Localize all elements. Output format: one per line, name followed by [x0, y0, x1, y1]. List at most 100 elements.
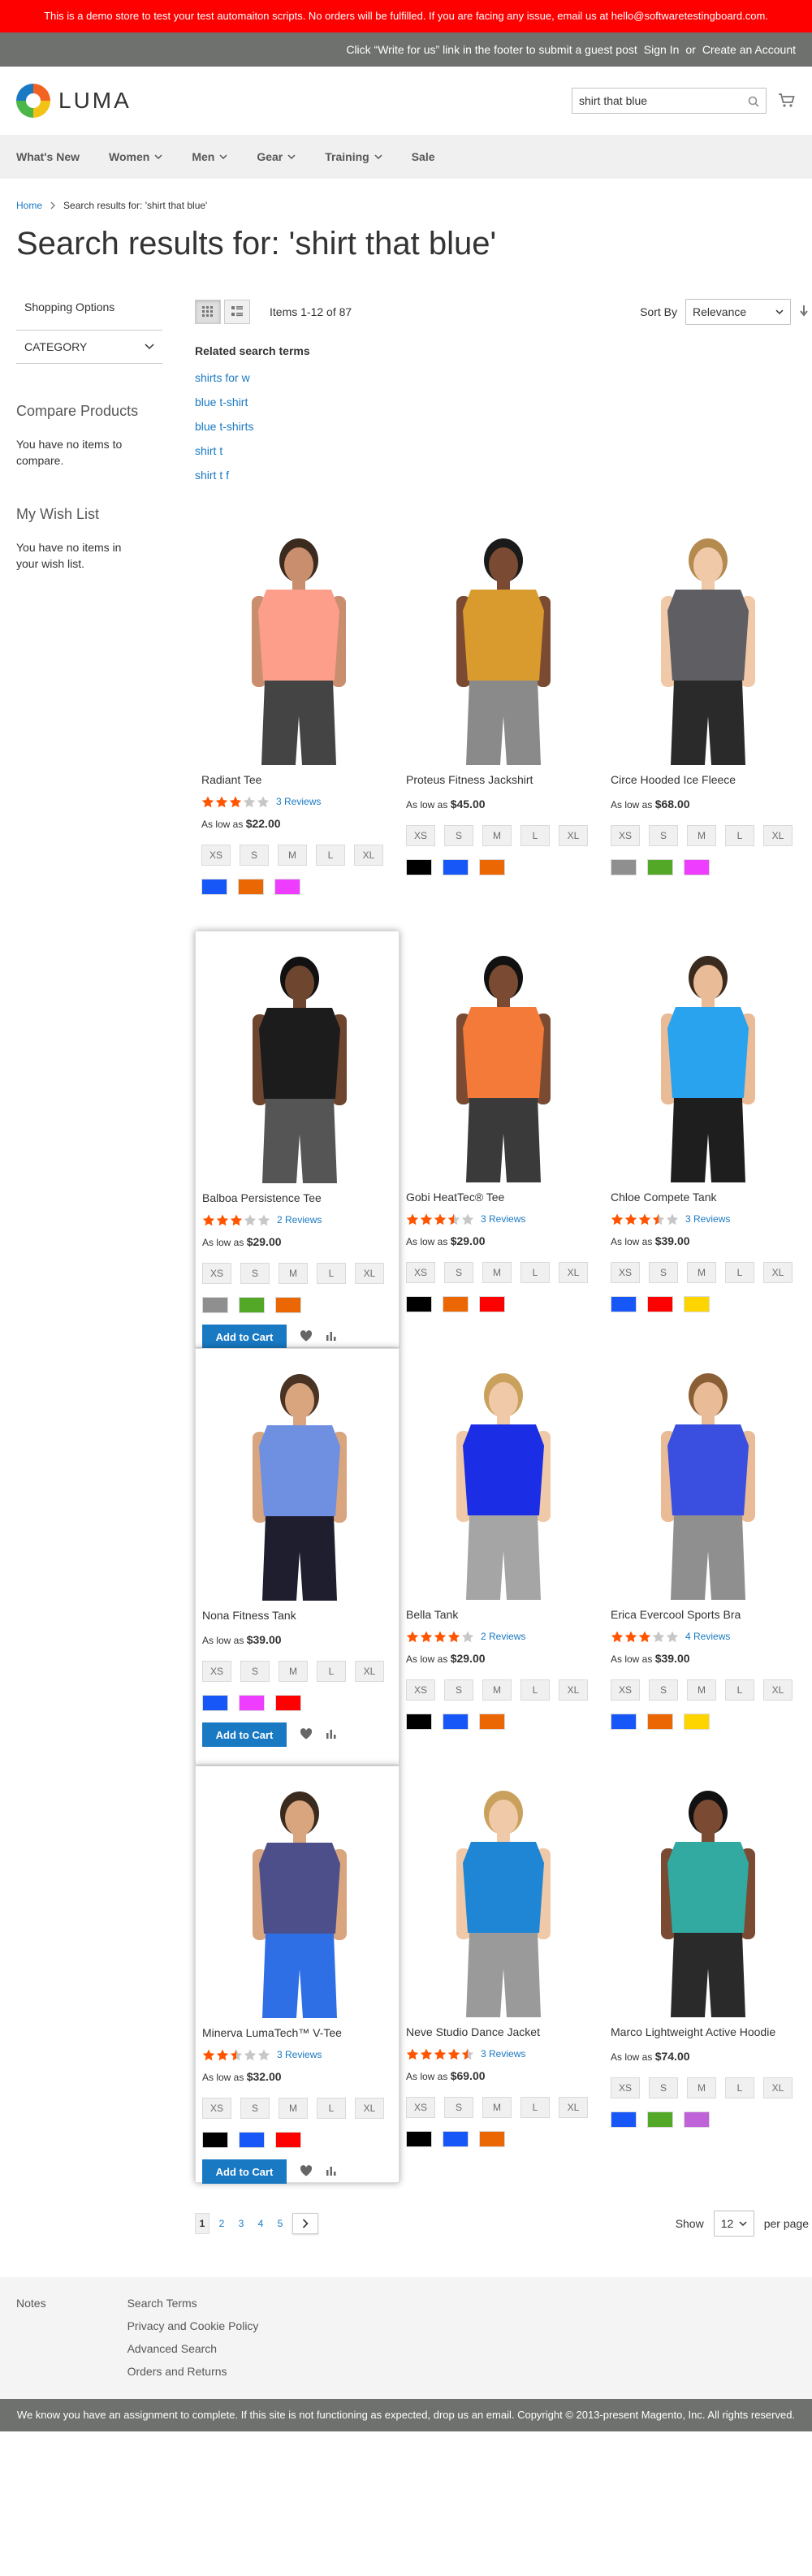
product-photo[interactable]	[201, 521, 396, 765]
size-option[interactable]: XL	[559, 1679, 588, 1701]
add-to-cart-button[interactable]: Add to Cart	[202, 2159, 287, 2184]
luma-logo[interactable]: LUMA	[16, 84, 132, 118]
reviews-link[interactable]: 2 Reviews	[481, 1631, 525, 1642]
color-option[interactable]	[647, 859, 673, 875]
product-name-link[interactable]: Bella Tank	[406, 1608, 598, 1624]
size-option[interactable]: XL	[355, 1661, 384, 1682]
product-name-link[interactable]: Marco Lightweight Active Hoodie	[611, 2025, 802, 2042]
color-option[interactable]	[202, 1695, 228, 1711]
size-option[interactable]: XS	[611, 825, 640, 846]
reviews-link[interactable]: 3 Reviews	[481, 2048, 525, 2060]
product-photo[interactable]	[406, 1774, 601, 2017]
sort-select[interactable]: Relevance	[685, 299, 791, 325]
product-name-link[interactable]: Gobi HeatTec® Tee	[406, 1191, 598, 1207]
size-option[interactable]: M	[279, 1263, 308, 1284]
product-name-link[interactable]: Neve Studio Dance Jacket	[406, 2025, 598, 2042]
size-option[interactable]: M	[482, 1679, 512, 1701]
add-to-cart-button[interactable]: Add to Cart	[202, 1325, 287, 1349]
color-option[interactable]	[611, 2111, 637, 2128]
product-item[interactable]: Chloe Compete Tank 3 Reviews As low as $39…	[604, 931, 809, 1348]
related-term-link[interactable]: shirt t	[195, 444, 222, 457]
color-option[interactable]	[275, 2132, 301, 2148]
product-name-link[interactable]: Proteus Fitness Jackshirt	[406, 773, 598, 789]
product-photo[interactable]	[202, 1774, 397, 2018]
related-term-link[interactable]: blue t-shirt	[195, 395, 248, 408]
page-link[interactable]: 2	[214, 2213, 229, 2234]
limiter-select[interactable]: 12	[713, 2211, 754, 2237]
product-name-link[interactable]: Radiant Tee	[201, 773, 393, 789]
size-option[interactable]: L	[725, 825, 754, 846]
size-option[interactable]: L	[316, 845, 345, 866]
list-view-button[interactable]	[224, 300, 250, 324]
cart-icon[interactable]	[778, 93, 796, 109]
grid-view-button[interactable]	[195, 300, 221, 324]
page-link[interactable]: 3	[234, 2213, 248, 2234]
size-option[interactable]: XL	[559, 2097, 588, 2118]
product-photo[interactable]	[611, 1356, 806, 1600]
size-option[interactable]: XL	[763, 1679, 793, 1701]
search-input[interactable]	[579, 94, 733, 107]
size-option[interactable]: L	[520, 2097, 550, 2118]
size-option[interactable]: L	[520, 1262, 550, 1283]
size-option[interactable]: L	[725, 2077, 754, 2098]
size-option[interactable]: XS	[202, 1263, 231, 1284]
size-option[interactable]: M	[278, 845, 307, 866]
product-photo[interactable]	[202, 1357, 397, 1601]
footer-link-privacy[interactable]: Privacy and Cookie Policy	[127, 2319, 259, 2332]
size-option[interactable]: M	[687, 2077, 716, 2098]
product-photo[interactable]	[611, 939, 806, 1182]
size-option[interactable]: M	[482, 825, 512, 846]
color-option[interactable]	[406, 2131, 432, 2147]
color-option[interactable]	[239, 1297, 265, 1313]
wishlist-heart-icon[interactable]	[300, 1329, 313, 1344]
color-option[interactable]	[202, 1297, 228, 1313]
color-option[interactable]	[684, 1714, 710, 1730]
size-option[interactable]: S	[240, 1263, 270, 1284]
color-option[interactable]	[238, 879, 264, 895]
size-option[interactable]: L	[520, 1679, 550, 1701]
size-option[interactable]: M	[687, 825, 716, 846]
sort-direction-arrow-icon[interactable]	[799, 305, 809, 320]
color-option[interactable]	[479, 2131, 505, 2147]
size-option[interactable]: S	[649, 1679, 678, 1701]
color-option[interactable]	[275, 1695, 301, 1711]
product-item[interactable]: Bella Tank 2 Reviews As low as $29.00 XS S M L…	[400, 1348, 604, 1766]
footer-link-search-terms[interactable]: Search Terms	[127, 2297, 197, 2310]
product-item[interactable]: Proteus Fitness Jackshirt As low as $45.0…	[400, 513, 604, 931]
size-option[interactable]: S	[649, 1262, 678, 1283]
product-name-link[interactable]: Minerva LumaTech™ V-Tee	[202, 2026, 392, 2042]
product-name-link[interactable]: Balboa Persistence Tee	[202, 1191, 392, 1208]
size-option[interactable]: S	[649, 2077, 678, 2098]
reviews-link[interactable]: 3 Reviews	[277, 2049, 322, 2060]
product-item[interactable]: Circe Hooded Ice Fleece As low as $68.00 X…	[604, 513, 809, 931]
product-photo[interactable]	[406, 521, 601, 765]
related-term-link[interactable]: shirts for w	[195, 371, 250, 384]
size-option[interactable]: XL	[355, 1263, 384, 1284]
product-photo[interactable]	[202, 940, 397, 1183]
wishlist-heart-icon[interactable]	[300, 1727, 313, 1742]
color-option[interactable]	[479, 1296, 505, 1312]
color-option[interactable]	[239, 2132, 265, 2148]
nav-training[interactable]: Training	[325, 150, 382, 163]
product-item[interactable]: Minerva LumaTech™ V-Tee 3 Reviews As low a…	[195, 1766, 400, 2184]
product-item[interactable]: Balboa Persistence Tee 2 Reviews As low as…	[195, 931, 400, 1349]
size-option[interactable]: XS	[202, 1661, 231, 1682]
product-photo[interactable]	[406, 939, 601, 1182]
size-option[interactable]: L	[725, 1679, 754, 1701]
color-option[interactable]	[479, 859, 505, 875]
reviews-link[interactable]: 2 Reviews	[277, 1214, 322, 1225]
nav-women[interactable]: Women	[109, 150, 162, 163]
color-option[interactable]	[406, 1296, 432, 1312]
size-option[interactable]: M	[687, 1262, 716, 1283]
product-name-link[interactable]: Circe Hooded Ice Fleece	[611, 773, 802, 789]
create-account-link[interactable]: Create an Account	[702, 43, 796, 56]
product-item[interactable]: Radiant Tee 3 Reviews As low as $22.00 XS S M…	[195, 513, 400, 931]
size-option[interactable]: S	[240, 845, 269, 866]
size-option[interactable]: XS	[611, 2077, 640, 2098]
related-term-link[interactable]: shirt t f	[195, 469, 229, 482]
size-option[interactable]: XS	[406, 825, 435, 846]
add-to-cart-button[interactable]: Add to Cart	[202, 1722, 287, 1747]
color-option[interactable]	[684, 1296, 710, 1312]
size-option[interactable]: XS	[611, 1679, 640, 1701]
color-option[interactable]	[611, 1296, 637, 1312]
